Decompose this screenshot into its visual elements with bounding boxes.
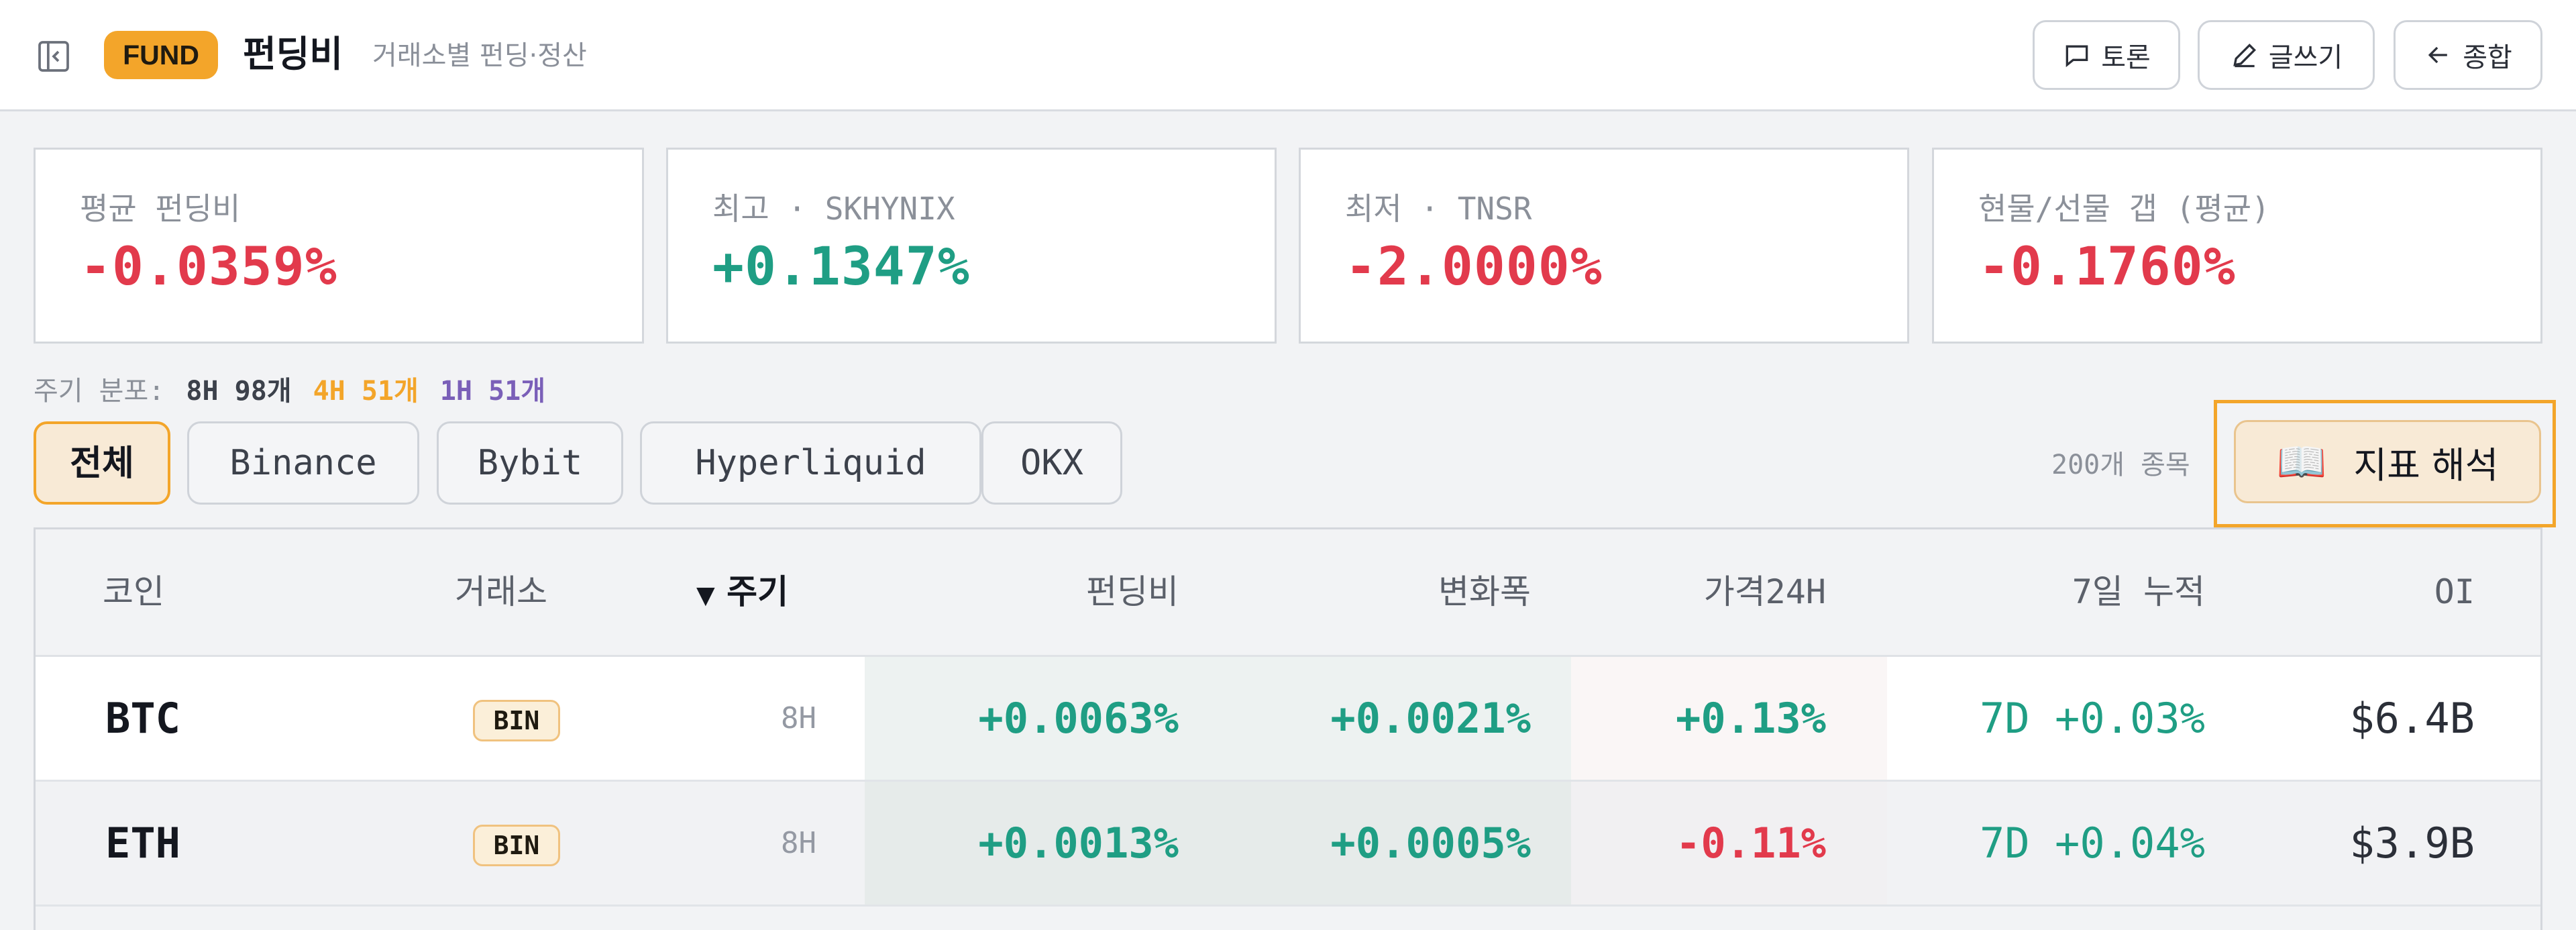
indicator-guide-button[interactable]: 📖 지표 해석 <box>2234 420 2541 503</box>
coin-symbol: ETH <box>105 819 180 868</box>
column-header-coin[interactable]: 코인 <box>103 568 164 615</box>
kpi-label: 최저 · TNSR <box>1345 191 1532 227</box>
table-header: 코인 거래소 ▼ 주기 펀딩비 변화폭 가격24H 7일 누적 OI <box>36 529 2540 657</box>
open-interest: $6.4B <box>2349 694 2475 743</box>
open-book-icon: 📖 <box>2276 438 2327 486</box>
column-header-oi[interactable]: OI <box>2434 568 2475 615</box>
discuss-button[interactable]: 토론 <box>2033 20 2180 90</box>
kpi-card-lowest: 최저 · TNSR -2.0000% <box>1299 148 1909 344</box>
column-header-price24h[interactable]: 가격24H <box>1704 568 1826 615</box>
tab-bybit[interactable]: Bybit <box>437 421 623 505</box>
cumulative-7d: 7D +0.03% <box>1980 694 2205 743</box>
kpi-value: -2.0000% <box>1345 237 1603 297</box>
kpi-value: -0.1760% <box>1978 237 2236 297</box>
column-header-cycle-label: 주기 <box>727 572 789 611</box>
table-row[interactable]: ETH BIN 8H +0.0013% +0.0005% -0.11% 7D +… <box>36 782 2540 907</box>
top-header: FUND 펀딩비 거래소별 펀딩·정산 토론 글쓰기 종합 <box>0 0 2576 111</box>
column-header-rate[interactable]: 펀딩비 <box>1086 568 1179 615</box>
kpi-card-highest: 최고 · SKHYNIX +0.1347% <box>666 148 1277 344</box>
sort-desc-icon: ▼ <box>696 582 715 609</box>
kpi-card-basis-gap: 현물/선물 갭 (평균) -0.1760% <box>1932 148 2542 344</box>
overview-button[interactable]: 종합 <box>2394 20 2542 90</box>
kpi-card-average: 평균 펀딩비 -0.0359% <box>34 148 644 344</box>
rate-change: +0.0005% <box>1330 819 1531 868</box>
indicator-guide-label: 지표 해석 <box>2353 444 2499 486</box>
table-row[interactable]: BTC BIN 8H +0.0063% +0.0021% +0.13% 7D +… <box>36 657 2540 782</box>
kpi-label: 평균 펀딩비 <box>80 191 241 227</box>
column-header-exchange[interactable]: 거래소 <box>455 568 547 615</box>
kpi-value: -0.0359% <box>80 237 337 297</box>
rate-change: +0.0021% <box>1330 694 1531 743</box>
funding-cycle: 8H <box>781 701 816 735</box>
funding-rate: +0.0013% <box>978 819 1179 868</box>
tab-binance[interactable]: Binance <box>187 421 419 505</box>
write-button-label: 글쓰기 <box>2268 42 2343 73</box>
arrow-left-icon <box>2428 46 2448 64</box>
overview-button-label: 종합 <box>2463 42 2512 73</box>
kpi-label: 현물/선물 갭 (평균) <box>1978 191 2270 227</box>
funding-table: 코인 거래소 ▼ 주기 펀딩비 변화폭 가격24H 7일 누적 OI BTC B… <box>34 527 2542 930</box>
price-change-24h: -0.11% <box>1676 819 1826 868</box>
column-header-change[interactable]: 변화폭 <box>1438 568 1531 615</box>
cycle-4h-count: 4H 51개 <box>313 376 419 407</box>
funding-cycle: 8H <box>781 826 816 860</box>
write-button[interactable]: 글쓰기 <box>2198 20 2375 90</box>
funding-rate: +0.0063% <box>978 694 1179 743</box>
sidebar-collapse-icon[interactable] <box>35 38 72 75</box>
fund-badge: FUND <box>104 31 218 79</box>
item-count: 200개 종목 <box>2051 450 2190 480</box>
column-header-cycle[interactable]: ▼ 주기 <box>696 568 788 619</box>
cycle-distribution-label: 주기 분포: <box>34 376 165 407</box>
cycle-8h-count: 8H 98개 <box>186 376 292 407</box>
open-interest: $3.9B <box>2349 819 2475 868</box>
exchange-badge: BIN <box>473 825 560 866</box>
page-subtitle: 거래소별 펀딩·정산 <box>372 40 587 71</box>
coin-symbol: BTC <box>105 694 180 743</box>
tab-hyperliquid[interactable]: Hyperliquid <box>640 421 981 505</box>
kpi-label: 최고 · SKHYNIX <box>712 191 955 227</box>
chat-bubble-icon <box>2065 45 2088 68</box>
page-title: 펀딩비 <box>243 33 343 75</box>
price-change-24h: +0.13% <box>1676 694 1826 743</box>
cycle-distribution: 주기 분포: 8H 98개 4H 51개 1H 51개 <box>34 369 545 408</box>
tab-all[interactable]: 전체 <box>34 421 170 505</box>
cycle-1h-count: 1H 51개 <box>439 376 546 407</box>
tab-okx[interactable]: OKX <box>981 421 1122 505</box>
cumulative-7d: 7D +0.04% <box>1980 819 2205 868</box>
exchange-badge: BIN <box>473 700 560 741</box>
discuss-button-label: 토론 <box>2101 42 2151 73</box>
column-header-cum7d[interactable]: 7일 누적 <box>2072 568 2205 615</box>
kpi-value: +0.1347% <box>712 237 970 297</box>
pencil-icon <box>2233 43 2256 68</box>
